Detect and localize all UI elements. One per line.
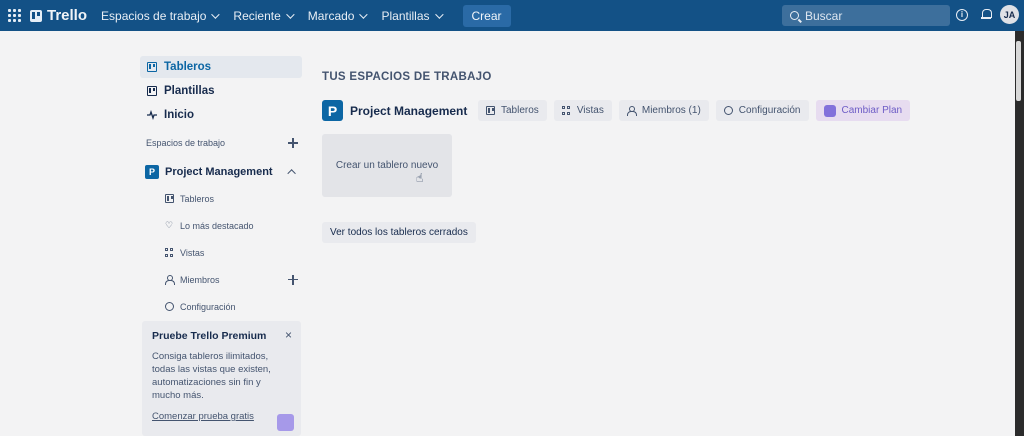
user-avatar[interactable]: JA	[1000, 5, 1019, 24]
sidebar-item-boards[interactable]: Tableros	[140, 56, 302, 78]
page-title: TUS ESPACIOS DE TRABAJO	[322, 71, 492, 83]
sidebar-item-label: Plantillas	[164, 85, 215, 97]
plan-icon	[823, 104, 836, 117]
tab-settings[interactable]: Configuración	[715, 100, 809, 121]
nav-templates-menu[interactable]: Plantillas	[373, 0, 448, 31]
workspace-badge: P	[145, 165, 159, 179]
workspace-item-settings[interactable]: Configuración	[140, 293, 302, 320]
workspace-item-label: Lo más destacado	[180, 220, 254, 231]
sidebar: Tableros Plantillas Inicio Espacios de t…	[140, 56, 302, 320]
chevron-down-icon	[285, 9, 295, 19]
hand-cursor-icon: ☝	[416, 171, 424, 185]
start-trial-link[interactable]: Comenzar prueba gratis	[152, 411, 291, 422]
view-closed-boards-button[interactable]: Ver todos los tableros cerrados	[322, 222, 476, 243]
add-workspace-plus-icon[interactable]	[288, 138, 298, 148]
workspaces-section-label: Espacios de trabajo	[146, 138, 226, 148]
workspace-item-members[interactable]: Miembros	[140, 266, 302, 293]
chevron-down-icon	[434, 9, 444, 19]
workspaces-section-header: Espacios de trabajo	[140, 131, 302, 155]
tab-views[interactable]: Vistas	[553, 100, 612, 121]
sidebar-item-label: Inicio	[164, 109, 195, 121]
workspace-item-boards[interactable]: Tableros	[140, 185, 302, 212]
tab-members[interactable]: Miembros (1)	[618, 100, 709, 121]
board-icon	[165, 194, 174, 203]
board-icon	[486, 106, 495, 115]
tab-label: Cambiar Plan	[841, 105, 903, 116]
workspace-item-views[interactable]: Vistas	[140, 239, 302, 266]
workspace-header: P Project Management	[322, 100, 467, 121]
info-icon[interactable]: i	[956, 9, 968, 21]
nav-workspaces-menu[interactable]: Espacios de trabajo	[93, 0, 225, 31]
nav-templates-label: Plantillas	[381, 8, 430, 23]
upgrade-plan-button[interactable]: Cambiar Plan	[815, 100, 911, 121]
template-icon	[147, 86, 157, 96]
gear-icon	[723, 106, 733, 115]
heart-icon: ♡	[165, 220, 174, 230]
tab-label: Miembros (1)	[641, 105, 701, 116]
sidebar-workspace-project-management[interactable]: P Project Management	[140, 159, 302, 185]
grid-icon	[165, 248, 174, 257]
notifications-bell-icon[interactable]	[981, 9, 992, 20]
workspace-badge: P	[322, 100, 343, 121]
premium-trial-card: Pruebe Trello Premium × Consiga tableros…	[142, 321, 301, 436]
chevron-down-icon	[359, 9, 369, 19]
nav-workspaces-label: Espacios de trabajo	[101, 8, 207, 23]
workspace-item-label: Configuración	[180, 301, 236, 312]
grid-icon	[561, 106, 571, 115]
nav-recent-label: Reciente	[233, 8, 281, 23]
workspace-name: Project Management	[165, 166, 273, 178]
premium-gift-icon	[277, 414, 294, 431]
add-member-plus-icon[interactable]	[288, 274, 298, 285]
tab-label: Vistas	[576, 105, 604, 116]
brand-name: Trello	[47, 7, 88, 24]
workspace-item-highlights[interactable]: ♡ Lo más destacado	[140, 212, 302, 239]
sidebar-item-label: Tableros	[164, 61, 212, 73]
search-icon	[790, 11, 799, 20]
sidebar-item-templates[interactable]: Plantillas	[140, 80, 302, 102]
workspace-title: Project Management	[350, 103, 468, 118]
create-new-board-tile[interactable]: Crear un tablero nuevo	[322, 134, 452, 197]
gear-icon	[165, 302, 174, 311]
chevron-down-icon	[211, 9, 221, 19]
app-switcher-icon[interactable]	[8, 8, 22, 23]
search-input[interactable]: Buscar	[782, 5, 950, 26]
tab-boards[interactable]: Tableros	[478, 100, 547, 121]
search-placeholder: Buscar	[805, 8, 843, 23]
nav-recent-menu[interactable]: Reciente	[225, 0, 299, 31]
scrollbar[interactable]	[1015, 31, 1024, 436]
tab-label: Tableros	[501, 105, 539, 116]
nav-starred-menu[interactable]: Marcado	[300, 0, 374, 31]
chevron-up-icon[interactable]	[287, 169, 296, 178]
trello-logo[interactable]: Trello	[30, 7, 87, 24]
close-icon[interactable]: ×	[285, 328, 292, 342]
nav-starred-label: Marcado	[307, 8, 355, 23]
premium-description: Consiga tableros ilimitados, todas las v…	[152, 351, 271, 401]
workspace-tabs: Tableros Vistas Miembros (1) Configuraci…	[478, 100, 917, 121]
premium-title: Pruebe Trello Premium	[152, 330, 267, 342]
person-icon	[165, 275, 175, 285]
create-button[interactable]: Crear	[462, 4, 511, 27]
board-icon	[147, 62, 157, 72]
tab-label: Configuración	[738, 105, 801, 116]
sidebar-item-home[interactable]: Inicio	[140, 104, 302, 126]
workspace-item-label: Vistas	[180, 247, 205, 258]
workspace-item-label: Miembros	[180, 274, 220, 285]
trello-logo-icon	[30, 9, 42, 22]
workspace-item-label: Tableros	[180, 193, 215, 204]
person-icon	[626, 106, 637, 116]
pulse-icon	[147, 109, 157, 121]
